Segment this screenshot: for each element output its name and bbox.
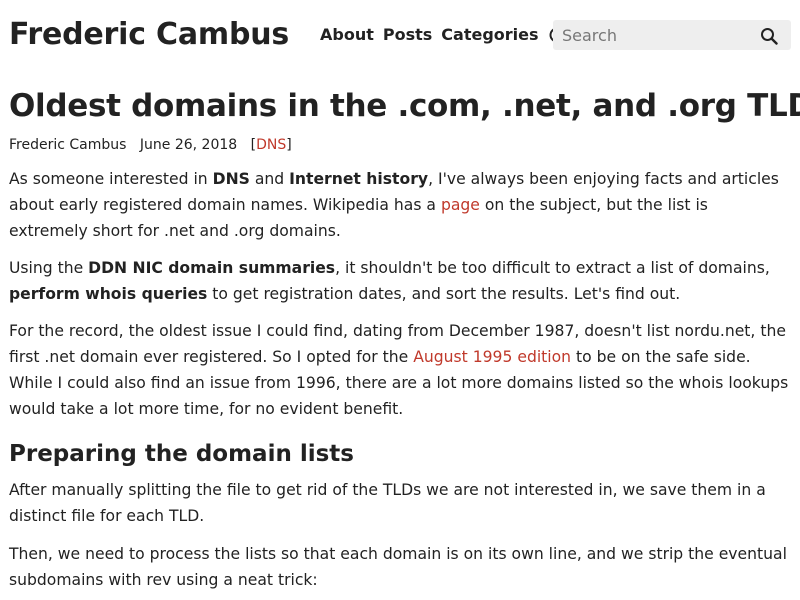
category-bracket-close: ] bbox=[286, 137, 292, 153]
bold-text: DNS bbox=[212, 170, 250, 188]
nav-categories[interactable]: Categories bbox=[441, 25, 538, 44]
text: to get registration dates, and sort the … bbox=[207, 285, 681, 303]
main-nav: About Posts Categories bbox=[320, 25, 565, 44]
paragraph-processing: Then, we need to process the lists so th… bbox=[9, 545, 787, 589]
site-header: Frederic Cambus About Posts Categories bbox=[0, 0, 800, 72]
paragraph-intro: As someone interested in DNS and Interne… bbox=[9, 166, 789, 244]
site-title[interactable]: Frederic Cambus bbox=[9, 17, 289, 52]
august-1995-edition-link[interactable]: August 1995 edition bbox=[413, 348, 571, 366]
post-meta: Frederic Cambus June 26, 2018 [DNS] bbox=[9, 136, 789, 154]
post-content: Oldest domains in the .com, .net, and .o… bbox=[9, 84, 800, 593]
search-box bbox=[553, 20, 791, 50]
post-author: Frederic Cambus bbox=[9, 137, 127, 153]
post-title: Oldest domains in the .com, .net, and .o… bbox=[9, 88, 800, 124]
post-date: June 26, 2018 bbox=[139, 137, 238, 153]
text: and bbox=[249, 170, 290, 188]
wikipedia-page-link[interactable]: page bbox=[441, 196, 480, 214]
nav-about[interactable]: About bbox=[320, 25, 374, 44]
text: Using the bbox=[9, 259, 89, 277]
page: Frederic Cambus About Posts Categories S… bbox=[0, 0, 800, 600]
paragraph-method: Using the DDN NIC domain summaries, it s… bbox=[9, 255, 789, 307]
bold-text: Internet history bbox=[289, 170, 429, 188]
text: , it shouldn't be too difficult to extra… bbox=[335, 259, 770, 277]
category-link-dns[interactable]: DNS bbox=[256, 137, 286, 153]
paragraph-record: For the record, the oldest issue I could… bbox=[9, 318, 789, 422]
post-category: [DNS] bbox=[251, 137, 292, 153]
text: As someone interested in bbox=[9, 170, 213, 188]
search-input[interactable] bbox=[553, 20, 753, 50]
bold-text: perform whois queries bbox=[9, 285, 208, 303]
paragraph-splitting: After manually splitting the file to get… bbox=[9, 481, 766, 525]
nav-posts[interactable]: Posts bbox=[383, 25, 432, 44]
bold-text: DDN NIC domain summaries bbox=[88, 259, 336, 277]
search-icon[interactable] bbox=[760, 27, 778, 45]
section-heading: Preparing the domain lists bbox=[9, 441, 354, 467]
